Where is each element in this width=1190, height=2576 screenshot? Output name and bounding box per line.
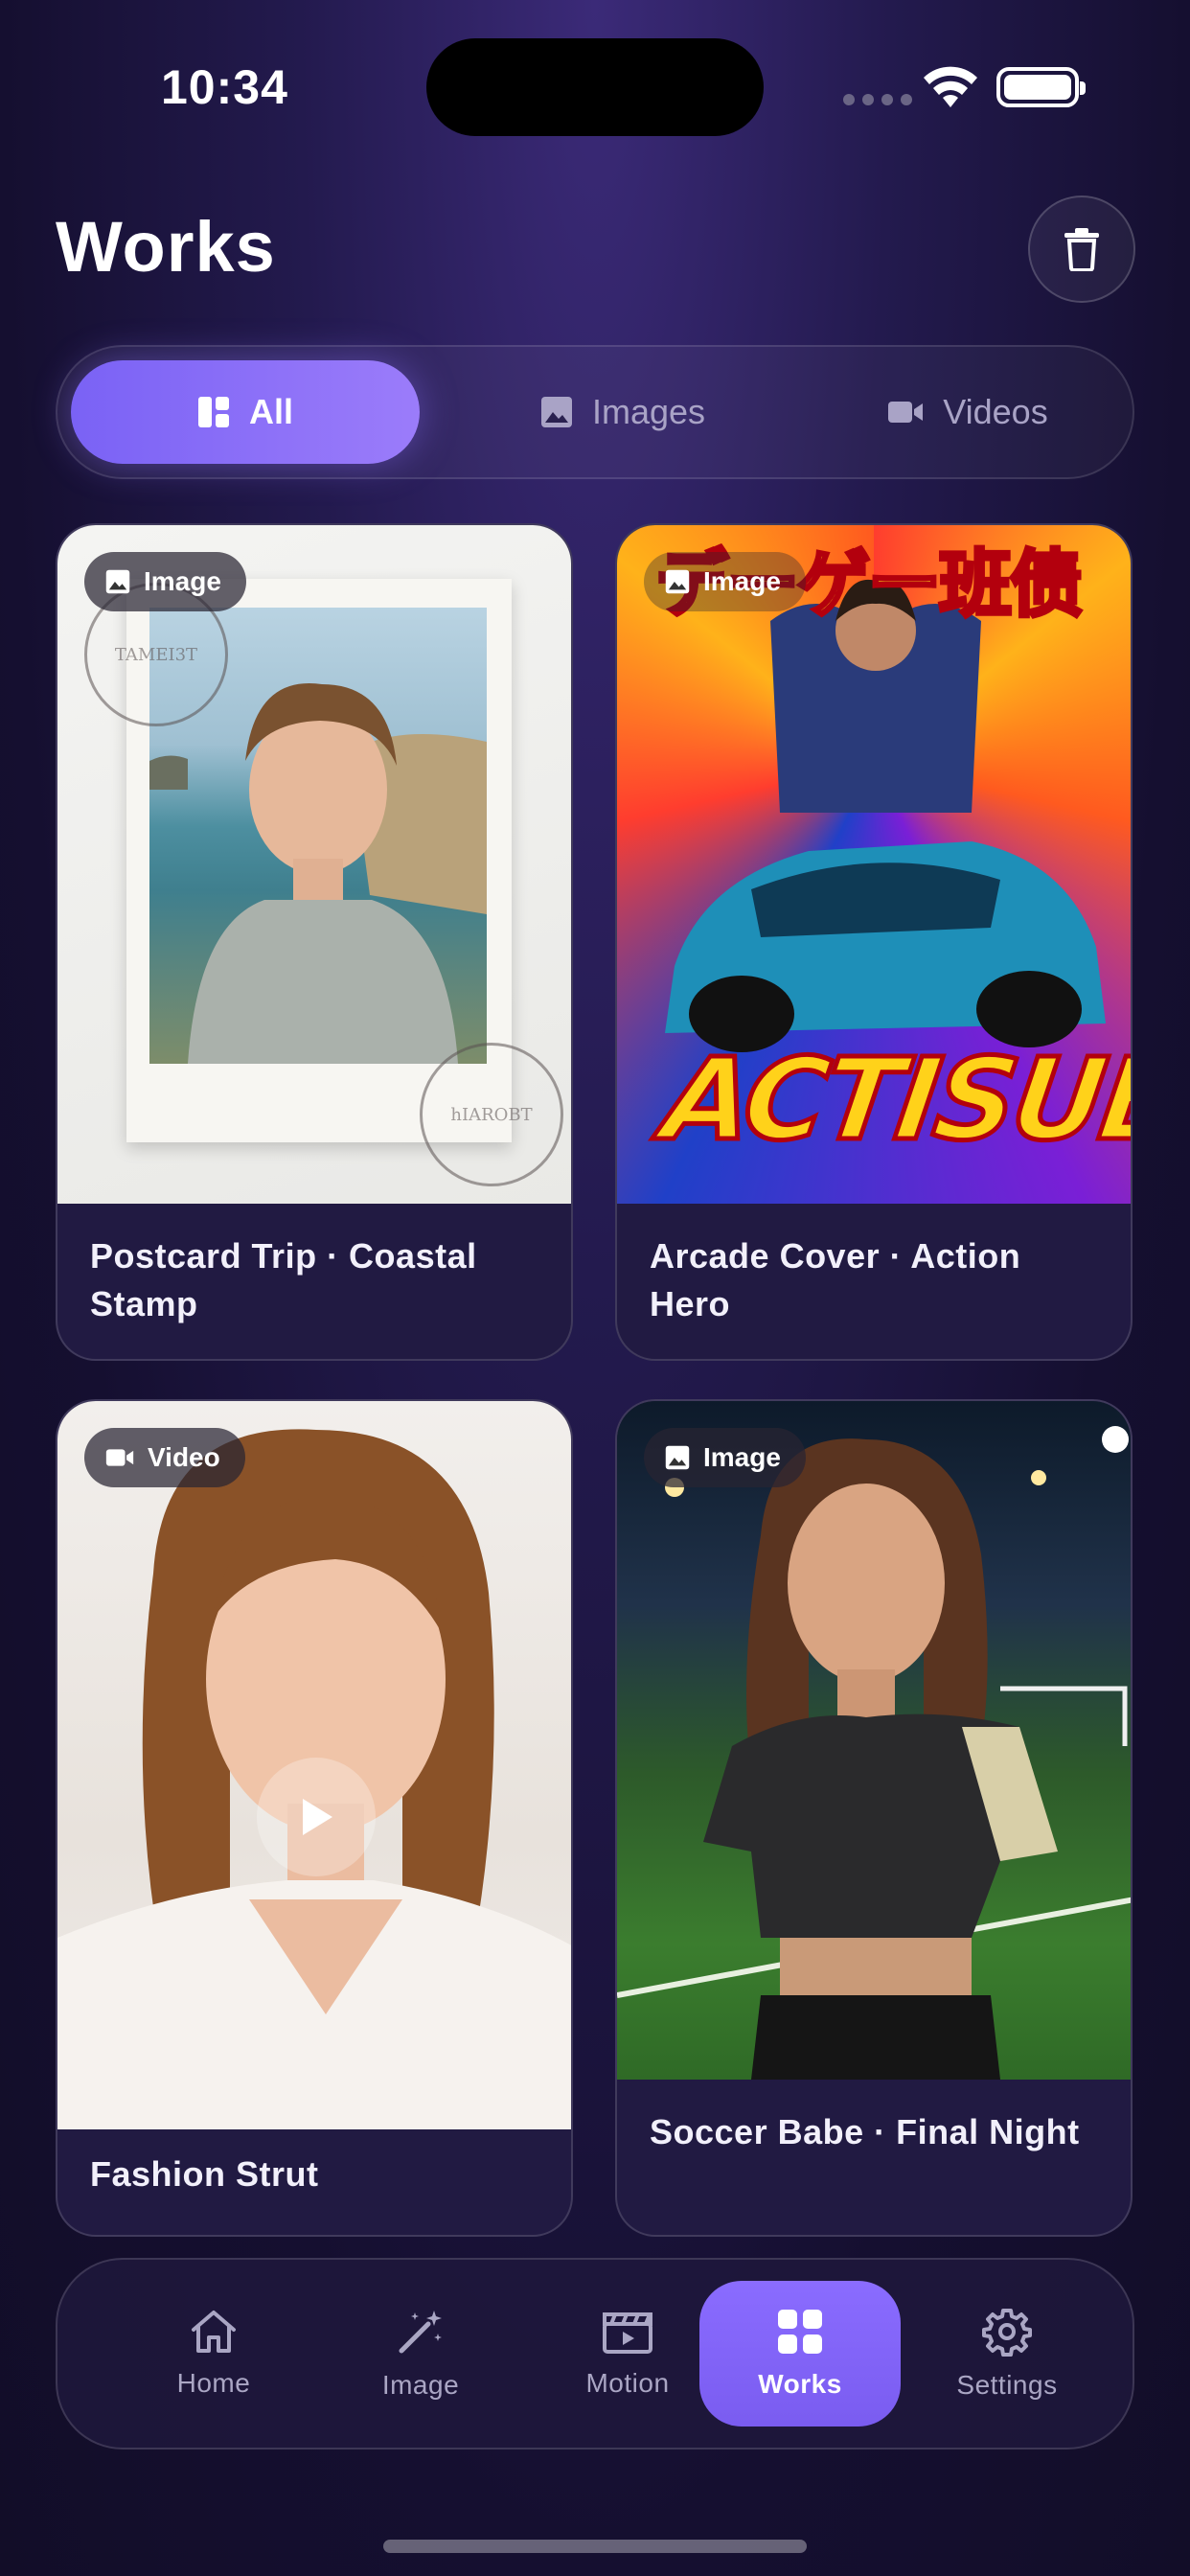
- filter-videos[interactable]: Videos: [824, 360, 1111, 464]
- filter-images[interactable]: Images: [479, 360, 767, 464]
- image-icon: [105, 569, 130, 594]
- wifi-icon: [924, 66, 977, 107]
- work-card[interactable]: デーゲー班债 ACTISUE Image Arcade Cover · Acti…: [615, 523, 1133, 1361]
- tab-settings-label: Settings: [956, 2370, 1058, 2400]
- tab-home[interactable]: Home: [113, 2281, 314, 2426]
- tab-works[interactable]: Works: [699, 2281, 901, 2426]
- tab-motion-label: Motion: [585, 2368, 670, 2398]
- page-title: Works: [56, 207, 276, 287]
- image-icon: [665, 569, 690, 594]
- filter-videos-label: Videos: [943, 392, 1048, 431]
- bottom-tab-bar: Home Image Motion Works Settings: [56, 2258, 1134, 2450]
- work-card[interactable]: TAMEI3T hIAROBT Image Postcard Trip · Co…: [56, 523, 573, 1361]
- badge-label: Image: [144, 566, 221, 596]
- card-title: Fashion Strut: [90, 2154, 319, 2194]
- badge-label: Image: [703, 566, 781, 596]
- gear-icon: [982, 2309, 1032, 2357]
- image-icon: [540, 397, 572, 427]
- battery-icon: [996, 67, 1086, 107]
- tab-image-label: Image: [381, 2370, 460, 2400]
- badge-label: Image: [703, 1442, 781, 1472]
- image-icon: [665, 1445, 690, 1470]
- video-camera-icon: [105, 1449, 134, 1466]
- postmark-stamp: hIAROBT: [420, 1043, 563, 1186]
- filter-all[interactable]: All: [71, 360, 420, 464]
- status-time: 10:34: [161, 60, 288, 114]
- card-thumbnail: デーゲー班债 ACTISUE: [617, 525, 1131, 1204]
- tab-works-label: Works: [758, 2369, 842, 2399]
- work-card[interactable]: Image Soccer Babe · Final Night: [615, 1399, 1133, 2237]
- delete-button[interactable]: [1028, 196, 1135, 303]
- tab-home-label: Home: [176, 2368, 251, 2398]
- filter-images-label: Images: [591, 392, 706, 431]
- dynamic-island: [426, 38, 764, 136]
- trash-icon: [1064, 228, 1099, 271]
- media-type-badge: Image: [644, 1428, 806, 1487]
- grid-icon: [778, 2310, 822, 2354]
- filter-all-label: All: [248, 392, 293, 431]
- play-icon: [303, 1799, 332, 1835]
- home-icon: [192, 2311, 236, 2353]
- work-card[interactable]: Video Fashion Strut: [56, 1399, 573, 2237]
- card-title: Arcade Cover · Action Hero: [650, 1236, 1021, 1323]
- badge-label: Video: [148, 1442, 220, 1472]
- play-button[interactable]: [257, 1758, 376, 1876]
- tab-settings[interactable]: Settings: [906, 2281, 1108, 2426]
- magic-wand-icon: [399, 2311, 442, 2354]
- card-thumbnail: [57, 1401, 571, 2129]
- media-type-badge: Image: [84, 552, 246, 611]
- card-title: Postcard Trip · Coastal Stamp: [90, 1236, 477, 1323]
- filter-segmented-control: All Images Videos: [56, 345, 1134, 479]
- media-type-badge: Video: [84, 1428, 245, 1487]
- dashboard-icon: [197, 397, 229, 427]
- card-thumbnail: TAMEI3T hIAROBT: [57, 525, 571, 1204]
- media-type-badge: Image: [644, 552, 806, 611]
- card-thumbnail: [617, 1401, 1131, 2080]
- comic-title-bottom: ACTISUE: [653, 1031, 1131, 1168]
- tab-image[interactable]: Image: [320, 2281, 521, 2426]
- clapperboard-icon: [603, 2312, 652, 2354]
- video-camera-icon: [888, 402, 924, 423]
- home-indicator[interactable]: [383, 2540, 807, 2553]
- status-bar: 10:34: [0, 0, 1190, 172]
- cellular-signal-icon: [843, 94, 912, 105]
- tab-motion[interactable]: Motion: [527, 2281, 728, 2426]
- card-title: Soccer Babe · Final Night: [650, 2112, 1080, 2151]
